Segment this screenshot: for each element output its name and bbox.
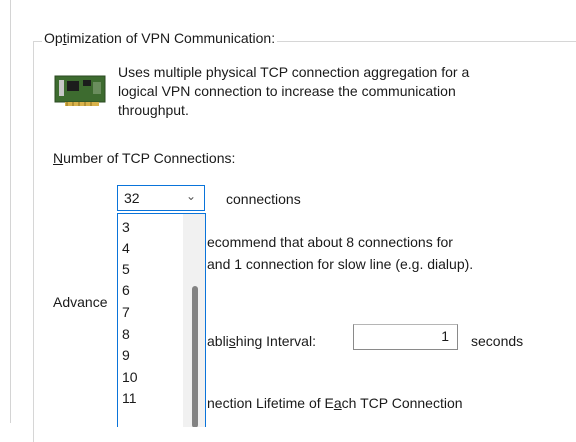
establishing-interval-label: ablishing Interval: bbox=[207, 333, 316, 349]
connections-unit-label: connections bbox=[226, 191, 301, 207]
num-connections-dropdown-list[interactable]: 3 4 5 6 7 8 9 10 11 bbox=[117, 213, 206, 427]
window-edge bbox=[10, 0, 11, 423]
dropdown-option[interactable]: 3 bbox=[122, 217, 130, 237]
connection-lifetime-label: nection Lifetime of Each TCP Connection bbox=[207, 395, 463, 411]
num-connections-combobox[interactable]: 32 ⌄ bbox=[117, 185, 205, 211]
dropdown-option[interactable]: 10 bbox=[122, 367, 138, 387]
dropdown-option[interactable]: 6 bbox=[122, 280, 130, 300]
dropdown-option[interactable]: 11 bbox=[122, 388, 137, 408]
combobox-value: 32 bbox=[124, 190, 140, 206]
advanced-label: Advance bbox=[53, 294, 108, 310]
num-connections-label: Number of TCP Connections: bbox=[53, 150, 236, 166]
recommendation-line-2: and 1 connection for slow line (e.g. dia… bbox=[207, 256, 474, 272]
seconds-unit-label: seconds bbox=[471, 333, 524, 349]
description-line: logical VPN connection to increase the c… bbox=[118, 83, 456, 99]
recommendation-line-1: ecommend that about 8 connections for bbox=[207, 234, 453, 250]
dropdown-scrollbar[interactable] bbox=[183, 214, 205, 427]
optimization-description: Uses multiple physical TCP connection ag… bbox=[118, 63, 576, 120]
network-card-icon bbox=[54, 75, 106, 106]
description-line: Uses multiple physical TCP connection ag… bbox=[118, 64, 470, 80]
description-line: throughput. bbox=[118, 102, 189, 118]
establishing-interval-input[interactable]: 1 bbox=[353, 324, 458, 350]
group-title: Optimization of VPN Communication: bbox=[42, 30, 278, 46]
dropdown-option[interactable]: 5 bbox=[122, 259, 130, 279]
chevron-down-icon[interactable]: ⌄ bbox=[186, 189, 196, 203]
scrollbar-thumb[interactable] bbox=[192, 286, 198, 427]
dropdown-option[interactable]: 7 bbox=[122, 302, 130, 322]
dropdown-option[interactable]: 4 bbox=[122, 238, 130, 258]
dropdown-option[interactable]: 8 bbox=[122, 324, 130, 344]
dropdown-option[interactable]: 9 bbox=[122, 345, 130, 365]
